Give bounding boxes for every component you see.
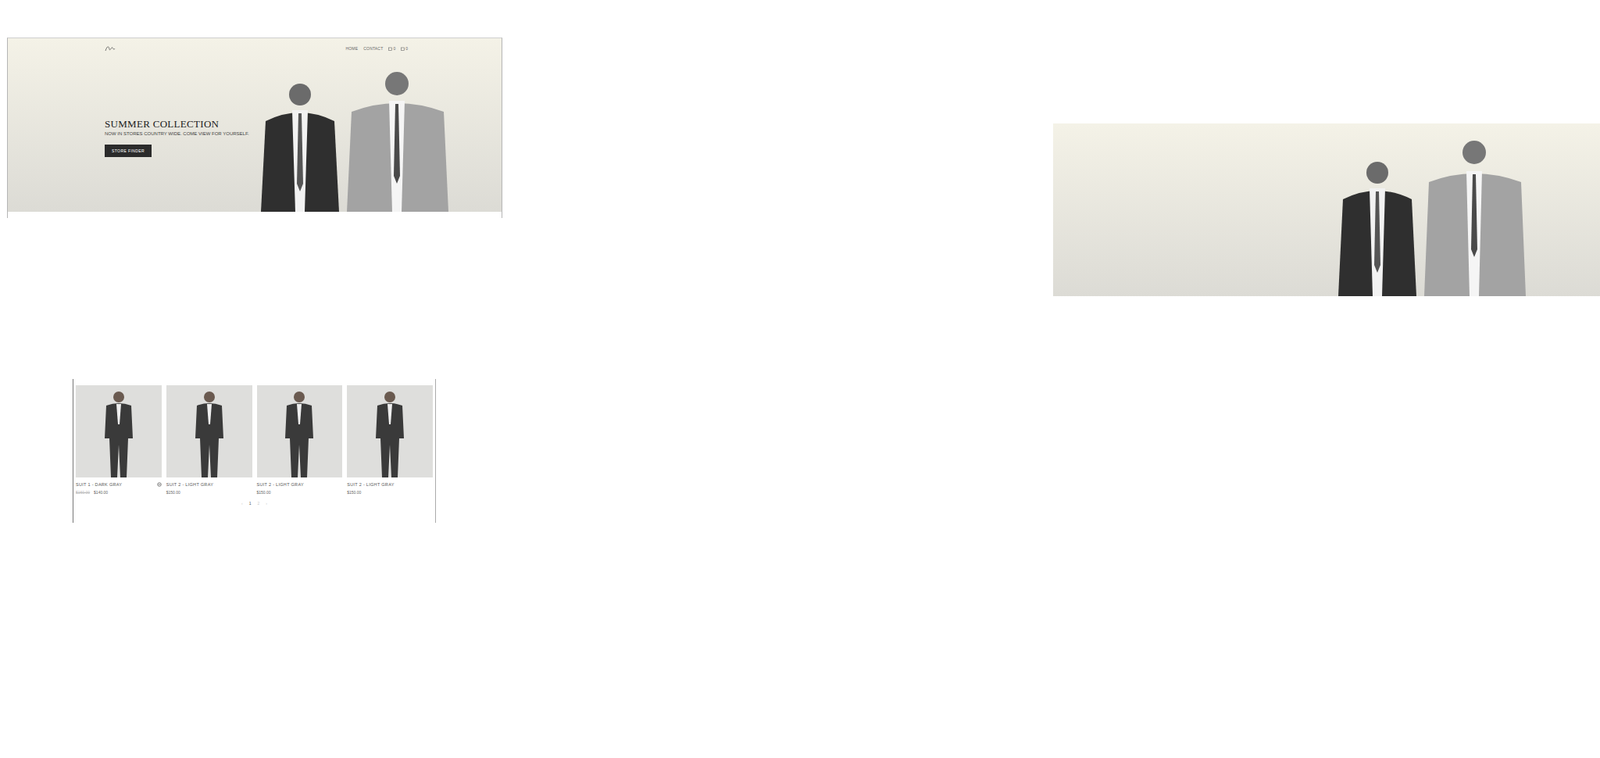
price: $140.00 bbox=[93, 489, 108, 495]
product-card[interactable]: SUIT 2 - LIGHT GRAY $150.00 bbox=[166, 385, 253, 495]
hero-mockup: HOME CONTACT 0 0 SUMMER COLLECTIONNOW IN STO… bbox=[7, 37, 503, 218]
counter[interactable]: 0 bbox=[388, 46, 396, 51]
price: $150.00 bbox=[257, 489, 272, 495]
counter-value: 0 bbox=[405, 46, 408, 51]
banner-image bbox=[1053, 123, 1600, 297]
suit-photo-icon bbox=[185, 389, 233, 478]
bag-icon bbox=[400, 46, 405, 51]
product-photo bbox=[75, 385, 162, 478]
product-title-row: SUIT 2 - LIGHT GRAY bbox=[346, 482, 433, 487]
product-name: SUIT 2 - LIGHT GRAY bbox=[166, 482, 214, 487]
hero-title: SUMMER COLLECTION bbox=[104, 117, 244, 131]
nav-link[interactable]: HOME bbox=[345, 46, 358, 51]
product-prices: $150.00 bbox=[166, 489, 253, 495]
store-finder-button[interactable]: STORE FINDER bbox=[104, 144, 152, 158]
product-photo bbox=[257, 385, 343, 478]
product-carousel: SUIT 1 - DARK GRAY $160.00$140.00 SUIT 2 -… bbox=[72, 378, 436, 523]
suit-photo-icon bbox=[275, 389, 323, 478]
hero-subtitle: NOW IN STORES COUNTRY WIDE. COME VIEW FO… bbox=[104, 131, 244, 136]
old-price: $160.00 bbox=[75, 489, 90, 495]
hero-body: SUMMER COLLECTIONNOW IN STORES COUNTRY W… bbox=[7, 53, 502, 212]
bag-icon bbox=[388, 46, 393, 51]
suit-photo-icon bbox=[366, 389, 414, 478]
product-card[interactable]: SUIT 2 - LIGHT GRAY $150.00 bbox=[257, 385, 343, 495]
hero-banner: HOME CONTACT 0 0 SUMMER COLLECTIONNOW IN STO… bbox=[7, 38, 502, 212]
product-name: SUIT 2 - LIGHT GRAY bbox=[346, 482, 394, 487]
product-prices: $150.00 bbox=[346, 489, 433, 495]
product-card[interactable]: SUIT 2 - LIGHT GRAY $150.00 bbox=[346, 385, 433, 495]
nav-link[interactable]: CONTACT bbox=[363, 46, 383, 51]
models-photo-icon bbox=[243, 66, 454, 212]
design-canvas: HOME CONTACT 0 0 SUMMER COLLECTIONNOW IN STO… bbox=[0, 0, 1600, 758]
product-title-row: SUIT 2 - LIGHT GRAY bbox=[257, 482, 343, 487]
pagination: ‹ 12 › bbox=[75, 500, 433, 506]
compare-icon[interactable] bbox=[157, 482, 162, 487]
product-list: SUIT 1 - DARK GRAY $160.00$140.00 SUIT 2 -… bbox=[75, 385, 433, 495]
product-name: SUIT 2 - LIGHT GRAY bbox=[257, 482, 304, 487]
hero-bottom-strip bbox=[7, 211, 502, 218]
counter-value: 0 bbox=[392, 46, 396, 51]
suit-photo-icon bbox=[95, 389, 143, 478]
hero-text: SUMMER COLLECTIONNOW IN STORES COUNTRY W… bbox=[7, 117, 244, 158]
price: $150.00 bbox=[166, 489, 181, 495]
product-title-row: SUIT 1 - DARK GRAY bbox=[75, 482, 162, 487]
product-title-row: SUIT 2 - LIGHT GRAY bbox=[166, 482, 253, 487]
product-name: SUIT 1 - DARK GRAY bbox=[75, 482, 122, 487]
product-prices: $160.00$140.00 bbox=[75, 489, 162, 495]
product-card[interactable]: SUIT 1 - DARK GRAY $160.00$140.00 bbox=[75, 385, 162, 495]
price: $150.00 bbox=[346, 489, 361, 495]
counter[interactable]: 0 bbox=[400, 46, 408, 51]
product-prices: $150.00 bbox=[257, 489, 343, 495]
logo-icon[interactable] bbox=[104, 44, 116, 53]
product-photo bbox=[346, 385, 433, 478]
main-nav: HOME CONTACT 0 0 bbox=[345, 46, 408, 51]
page-dot[interactable]: 2 bbox=[257, 500, 261, 506]
models-photo-icon bbox=[1321, 132, 1531, 297]
page-dot[interactable]: ‹ bbox=[241, 500, 243, 506]
product-photo bbox=[166, 385, 253, 478]
page-dot[interactable]: 1 bbox=[249, 500, 252, 506]
page-dot[interactable]: › bbox=[265, 500, 268, 506]
site-header: HOME CONTACT 0 0 bbox=[7, 38, 502, 54]
